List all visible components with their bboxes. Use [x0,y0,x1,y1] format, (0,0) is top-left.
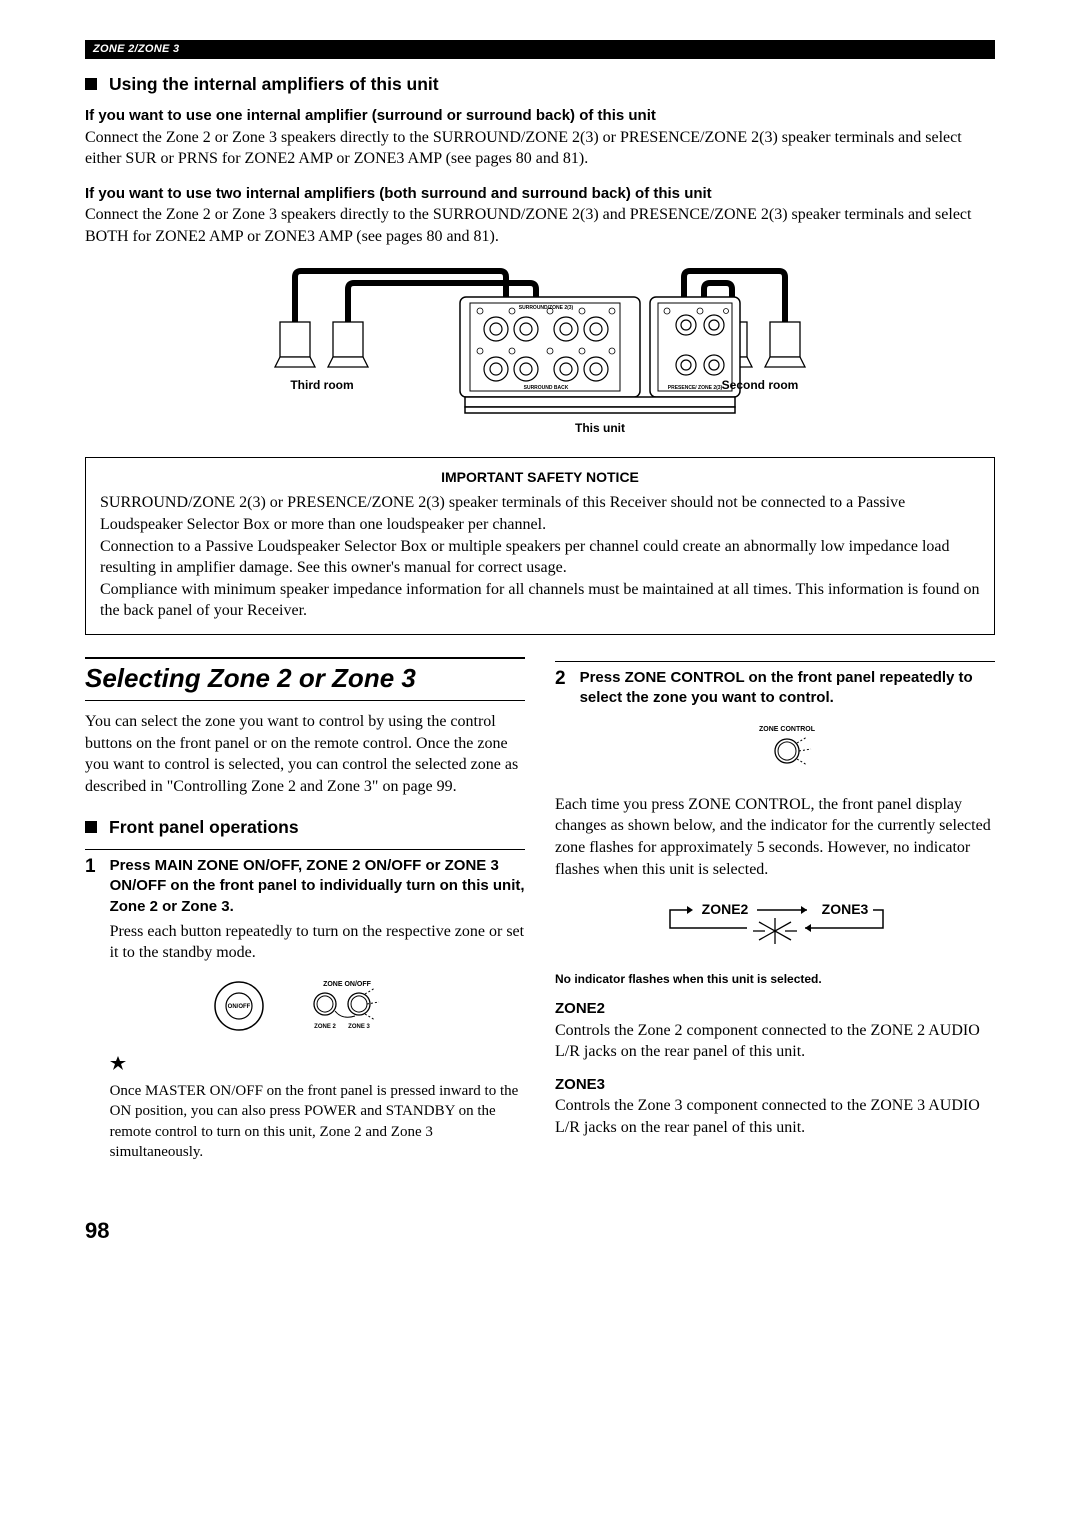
front-panel-heading-text: Front panel operations [109,817,299,837]
zone3-body: Controls the Zone 3 component connected … [555,1095,995,1138]
diagram-label-presence: PRESENCE/ ZONE 2(3) [668,385,723,391]
zone2-head: ZONE2 [555,999,995,1019]
tip-icon [110,1056,525,1077]
step1-head: Press MAIN ZONE ON/OFF, ZONE 2 ON/OFF or… [110,856,525,917]
step-number: 1 [85,857,96,1166]
step-number: 2 [555,669,566,794]
section-title-selecting: Selecting Zone 2 or Zone 3 [85,657,525,701]
diagram-third-room-label: Third room [290,378,353,392]
wiring-diagram: SURROUND/ZONE 2(3) SURROUND BACK PRESENC… [85,267,995,448]
onoff-button-diagram: ON/OFF ZONE ON/OFF ZONE 2 ZONE 3 [110,976,525,1042]
arrow-note: No indicator flashes when this unit is s… [555,971,995,987]
zone-cycle-diagram: ZONE2 ZONE3 [555,898,995,963]
svg-text:ZONE 2: ZONE 2 [314,1024,336,1030]
diagram-second-room-label: Second room [722,378,799,392]
step2-body: Each time you press ZONE CONTROL, the fr… [555,794,995,880]
divider [85,849,525,850]
page-header-bar: ZONE 2/ZONE 3 [85,40,995,59]
zone3-head: ZONE3 [555,1075,995,1095]
section-heading-text: Using the internal amplifiers of this un… [109,74,439,94]
svg-text:ZONE ON/OFF: ZONE ON/OFF [323,981,372,988]
sub2-body: Connect the Zone 2 or Zone 3 speakers di… [85,204,995,247]
breadcrumb: ZONE 2/ZONE 3 [93,43,179,55]
tip-body: Once MASTER ON/OFF on the front panel is… [110,1081,525,1162]
sub2-title: If you want to use two internal amplifie… [85,184,995,204]
square-bullet-icon [85,78,97,90]
square-bullet-icon [85,821,97,833]
page-number: 98 [85,1216,995,1246]
svg-text:ZONE 3: ZONE 3 [348,1024,370,1030]
section-heading-amplifiers: Using the internal amplifiers of this un… [85,73,995,97]
right-column: 2 Press ZONE CONTROL on the front panel … [555,635,995,1166]
front-panel-heading: Front panel operations [85,816,525,840]
step-2: 2 Press ZONE CONTROL on the front panel … [555,668,995,794]
zone2-body: Controls the Zone 2 component connected … [555,1020,995,1063]
svg-text:ZONE CONTROL: ZONE CONTROL [759,726,816,733]
svg-text:ZONE3: ZONE3 [822,901,869,917]
diagram-label-bottom: SURROUND BACK [524,385,569,391]
notice-p2: Connection to a Passive Loudspeaker Sele… [100,536,980,579]
sub1-title: If you want to use one internal amplifie… [85,106,995,126]
zone-control-diagram: ZONE CONTROL [580,721,995,782]
divider [555,661,995,662]
left-column: Selecting Zone 2 or Zone 3 You can selec… [85,635,525,1166]
diagram-this-unit-label: This unit [575,421,625,435]
sub1-body: Connect the Zone 2 or Zone 3 speakers di… [85,127,995,170]
section2-intro: You can select the zone you want to cont… [85,711,525,797]
diagram-label-top: SURROUND/ZONE 2(3) [519,305,574,311]
safety-notice-box: IMPORTANT SAFETY NOTICE SURROUND/ZONE 2(… [85,457,995,635]
notice-title: IMPORTANT SAFETY NOTICE [100,468,980,487]
notice-p3: Compliance with minimum speaker impedanc… [100,579,980,622]
step1-body: Press each button repeatedly to turn on … [110,921,525,964]
svg-text:ON/OFF: ON/OFF [228,1004,251,1010]
step-1: 1 Press MAIN ZONE ON/OFF, ZONE 2 ON/OFF … [85,856,525,1166]
step2-head: Press ZONE CONTROL on the front panel re… [580,668,995,709]
svg-text:ZONE2: ZONE2 [702,901,749,917]
notice-p1: SURROUND/ZONE 2(3) or PRESENCE/ZONE 2(3)… [100,492,980,535]
